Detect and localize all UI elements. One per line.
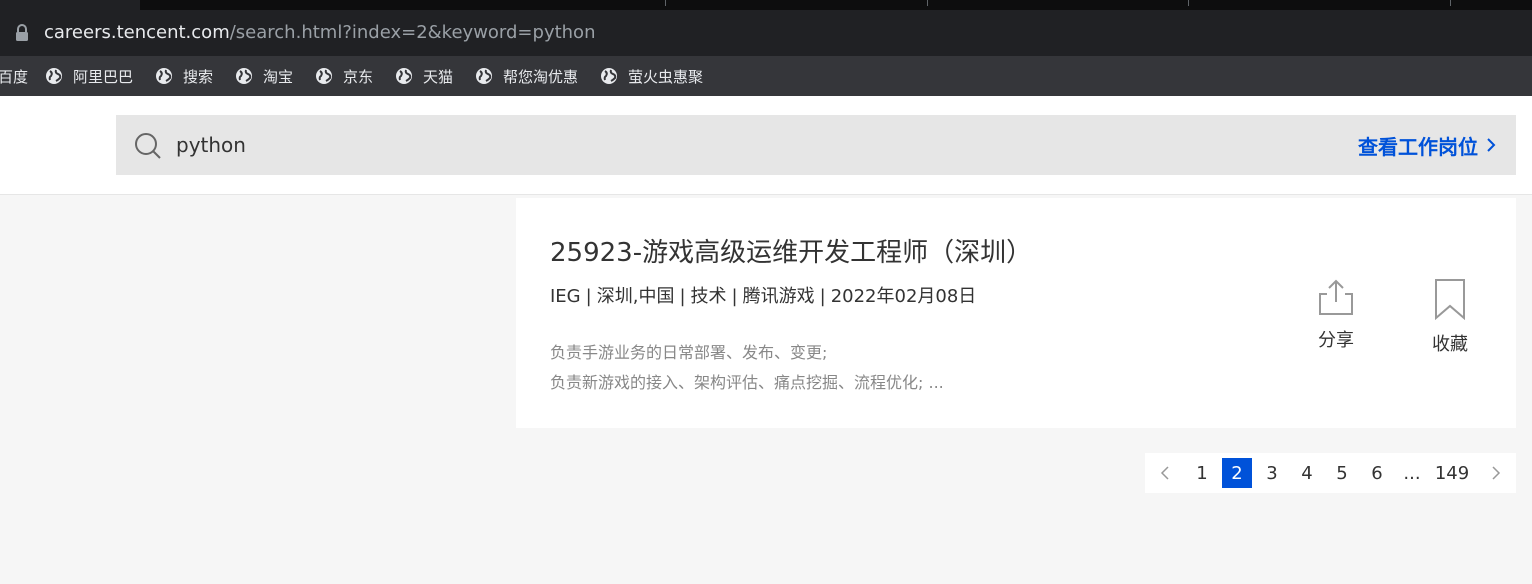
page-2-button[interactable]: 2 bbox=[1222, 458, 1252, 488]
tab-separator bbox=[1188, 0, 1189, 6]
tab-separator bbox=[665, 0, 666, 6]
bookmark-alibaba[interactable]: 阿里巴巴 bbox=[45, 56, 133, 96]
bookmark-label: 阿里巴巴 bbox=[73, 67, 134, 86]
bookmark-label: 天猫 bbox=[423, 67, 454, 86]
favorite-button[interactable]: 收藏 bbox=[1426, 278, 1474, 356]
job-meta: IEG | 深圳,中国 | 技术 | 腾讯游戏 | 2022年02月08日 bbox=[550, 282, 976, 308]
next-page-button[interactable] bbox=[1481, 458, 1511, 488]
page-6-button[interactable]: 6 bbox=[1362, 458, 1392, 488]
bookmark-deals[interactable]: 帮您淘优惠 bbox=[475, 56, 578, 96]
bookmark-label: 百度 bbox=[0, 67, 29, 86]
bookmark-icon bbox=[1435, 279, 1465, 320]
page-1-button[interactable]: 1 bbox=[1187, 458, 1217, 488]
job-date: 2022年02月08日 bbox=[830, 286, 977, 307]
page-5-button[interactable]: 5 bbox=[1327, 458, 1357, 488]
favorite-label: 收藏 bbox=[1432, 334, 1468, 355]
globe-icon bbox=[46, 68, 62, 84]
prev-page-button[interactable] bbox=[1150, 458, 1180, 488]
bookmark-tmall[interactable]: 天猫 bbox=[395, 56, 453, 96]
job-category: 技术 bbox=[690, 286, 727, 307]
chevron-right-icon bbox=[1487, 138, 1496, 152]
globe-icon bbox=[156, 68, 172, 84]
job-description: 负责手游业务的日常部署、发布、变更; 负责新游戏的接入、架构评估、痛点挖掘、流程… bbox=[550, 338, 944, 398]
page-149-button[interactable]: 149 bbox=[1434, 458, 1470, 488]
url-text[interactable]: careers.tencent.com/search.html?index=2&… bbox=[44, 23, 595, 43]
bookmark-baidu[interactable]: 百度 bbox=[0, 56, 28, 96]
job-desc-line: 负责手游业务的日常部署、发布、变更; bbox=[550, 343, 828, 362]
active-tab-area[interactable] bbox=[140, 0, 1532, 10]
share-label: 分享 bbox=[1318, 330, 1354, 351]
share-button[interactable]: 分享 bbox=[1312, 278, 1360, 352]
chevron-left-icon bbox=[1160, 466, 1169, 480]
search-bar: 查看工作岗位 bbox=[116, 115, 1516, 175]
page-4-button[interactable]: 4 bbox=[1292, 458, 1322, 488]
globe-icon bbox=[476, 68, 492, 84]
page-3-button[interactable]: 3 bbox=[1257, 458, 1287, 488]
bookmark-label: 京东 bbox=[343, 67, 374, 86]
url-host: careers.tencent.com bbox=[44, 22, 230, 43]
page-header: 查看工作岗位 bbox=[0, 96, 1532, 195]
pagination: 1 2 3 4 5 6 ... 149 bbox=[1145, 453, 1516, 493]
job-bg: IEG bbox=[550, 286, 581, 307]
job-title[interactable]: 25923-游戏高级运维开发工程师（深圳） bbox=[550, 232, 1032, 269]
globe-icon bbox=[601, 68, 617, 84]
url-path: /search.html?index=2&keyword=python bbox=[229, 22, 596, 43]
meta-divider: | bbox=[819, 286, 826, 307]
bookmark-label: 搜索 bbox=[183, 67, 214, 86]
meta-divider: | bbox=[731, 286, 738, 307]
browser-tab-strip bbox=[0, 0, 1532, 10]
globe-icon bbox=[316, 68, 332, 84]
globe-icon bbox=[236, 68, 252, 84]
bookmark-firefly[interactable]: 萤火虫惠聚 bbox=[600, 56, 703, 96]
globe-icon bbox=[396, 68, 412, 84]
tab-separator bbox=[927, 0, 928, 6]
bookmark-jd[interactable]: 京东 bbox=[315, 56, 373, 96]
job-card[interactable]: 25923-游戏高级运维开发工程师（深圳） IEG | 深圳,中国 | 技术 | 腾讯游戏 |… bbox=[516, 198, 1516, 428]
bookmark-label: 淘宝 bbox=[263, 67, 294, 86]
omnibox[interactable]: careers.tencent.com/search.html?index=2&… bbox=[0, 16, 1532, 50]
bookmark-label: 帮您淘优惠 bbox=[503, 67, 579, 86]
bookmark-search[interactable]: 搜索 bbox=[155, 56, 213, 96]
meta-divider: | bbox=[679, 286, 686, 307]
share-icon bbox=[1319, 279, 1353, 315]
search-input[interactable] bbox=[176, 115, 1276, 175]
bookmark-taobao[interactable]: 淘宝 bbox=[235, 56, 293, 96]
job-location: 深圳,中国 bbox=[596, 286, 675, 307]
view-jobs-label: 查看工作岗位 bbox=[1358, 134, 1478, 159]
meta-divider: | bbox=[585, 286, 592, 307]
view-jobs-link[interactable]: 查看工作岗位 bbox=[1358, 115, 1496, 175]
chevron-right-icon bbox=[1492, 466, 1501, 480]
tab-separator bbox=[1450, 0, 1451, 6]
job-desc-line: 负责新游戏的接入、架构评估、痛点挖掘、流程优化; ... bbox=[550, 373, 944, 392]
lock-icon[interactable] bbox=[14, 24, 30, 42]
browser-address-bar: careers.tencent.com/search.html?index=2&… bbox=[0, 10, 1532, 56]
search-icon[interactable] bbox=[134, 132, 162, 160]
job-product: 腾讯游戏 bbox=[742, 286, 815, 307]
page-ellipsis[interactable]: ... bbox=[1397, 458, 1427, 488]
bookmarks-bar: 百度 阿里巴巴 搜索 淘宝 京东 天猫 帮您淘优惠 萤火虫惠聚 bbox=[0, 56, 1532, 96]
bookmark-label: 萤火虫惠聚 bbox=[628, 67, 704, 86]
